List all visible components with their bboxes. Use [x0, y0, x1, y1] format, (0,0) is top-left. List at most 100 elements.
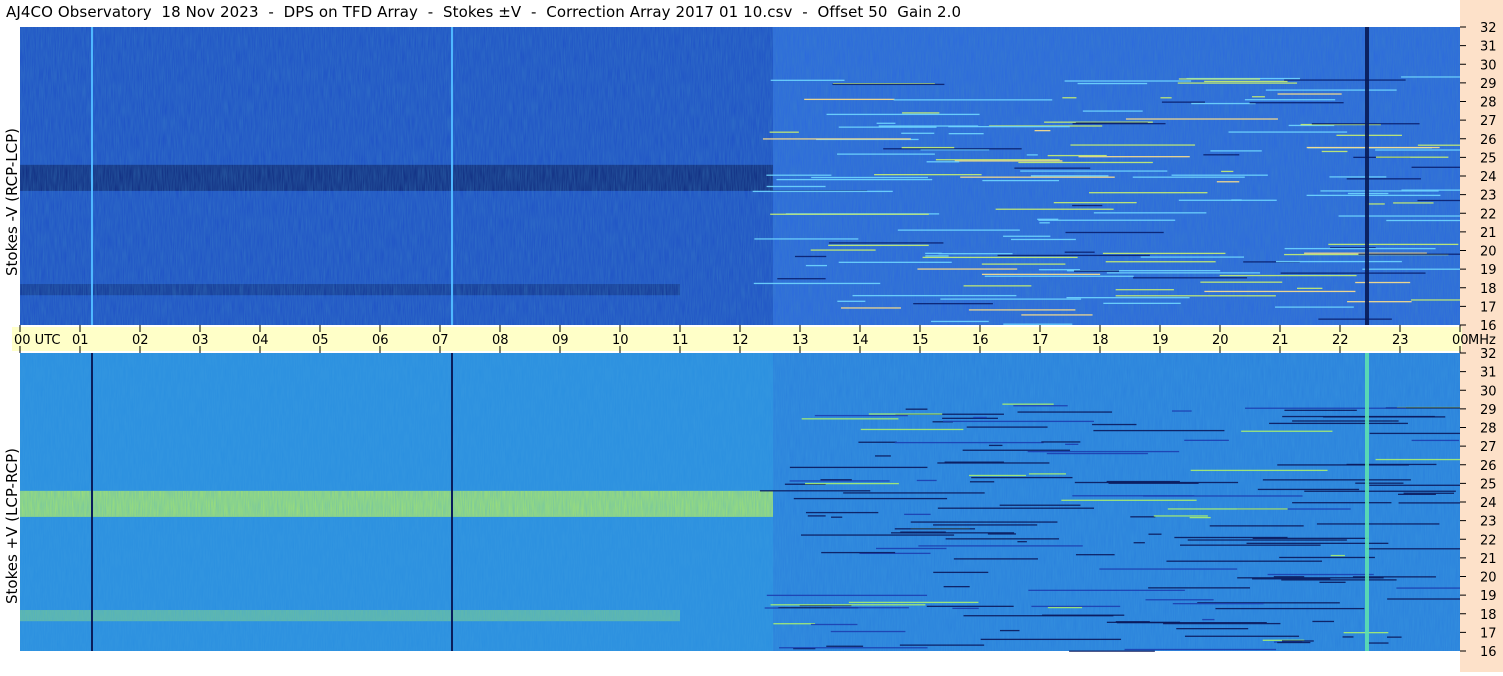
- interference-streak: [980, 638, 1122, 641]
- interference-streak: [1202, 618, 1215, 621]
- interference-streak: [981, 273, 1101, 276]
- interference-streak: [1014, 167, 1091, 169]
- vertical-line: [91, 353, 93, 651]
- interference-streak: [1130, 516, 1156, 518]
- y-tick-label: 28: [1480, 422, 1497, 437]
- interference-streak: [1174, 536, 1288, 539]
- interference-streak: [982, 179, 1060, 182]
- interference-streak: [753, 282, 881, 285]
- interference-streak: [848, 601, 979, 604]
- interference-streak: [1249, 102, 1344, 104]
- y-tick-label: 26: [1480, 133, 1497, 148]
- y-tick-label: 25: [1480, 477, 1497, 492]
- interference-streak: [953, 558, 1038, 560]
- interference-streak: [1277, 464, 1409, 466]
- interference-streak: [770, 79, 845, 81]
- interference-streak: [770, 604, 926, 606]
- interference-streak: [925, 255, 949, 257]
- interference-streak: [1411, 166, 1460, 168]
- interference-streak: [805, 511, 879, 514]
- interference-streak: [1064, 251, 1095, 253]
- interference-streak: [1148, 533, 1162, 535]
- interference-streak: [810, 623, 858, 626]
- interference-streak: [1398, 502, 1460, 504]
- interference-streak: [1105, 261, 1216, 263]
- interference-streak: [904, 513, 931, 516]
- interference-streak: [1312, 620, 1335, 623]
- interference-streak: [1013, 405, 1068, 407]
- interference-streak: [1252, 96, 1265, 98]
- interference-streak: [1277, 641, 1311, 644]
- interference-streak: [1228, 131, 1348, 133]
- y-tick-label: 30: [1480, 58, 1497, 73]
- upper-spectrogram-panel: [20, 27, 1460, 325]
- interference-streak: [1304, 490, 1456, 492]
- y-tick-label: 26: [1480, 459, 1497, 474]
- interference-streak: [1209, 525, 1304, 527]
- vertical-line-late: [1365, 27, 1369, 325]
- interference-streak: [1346, 178, 1421, 180]
- interference-streak: [933, 571, 989, 574]
- interference-streak: [868, 413, 943, 415]
- interference-streak: [1204, 290, 1356, 293]
- y-tick-label: 31: [1480, 366, 1497, 381]
- interference-streak: [804, 98, 895, 101]
- upper-frequency-axis: 32 31 30 29 28 27 26 25 24 23 22 21 20 19 18 17 16: [1460, 21, 1497, 334]
- interference-streak: [1176, 628, 1249, 630]
- interference-streak: [925, 252, 942, 255]
- interference-streak: [837, 153, 935, 155]
- interference-streak: [1355, 281, 1411, 284]
- interference-streak: [1062, 97, 1077, 99]
- interference-streak: [800, 534, 955, 536]
- interference-streak: [1358, 253, 1460, 255]
- interference-streak: [1375, 156, 1449, 158]
- interference-streak: [1017, 411, 1113, 413]
- interference-streak: [1417, 144, 1460, 146]
- interference-streak: [1219, 274, 1357, 277]
- x-tick-label: 11: [672, 333, 689, 348]
- interference-streak: [1355, 482, 1404, 484]
- x-tick-label: 19: [1152, 333, 1169, 348]
- interference-streak: [1393, 202, 1434, 204]
- interference-streak: [1037, 218, 1059, 220]
- interference-streak: [1338, 215, 1460, 217]
- interference-streak: [1018, 161, 1153, 164]
- x-tick-label: 20: [1212, 333, 1229, 348]
- interference-streak: [1369, 484, 1460, 486]
- interference-streak: [776, 178, 933, 181]
- interference-streak: [1184, 635, 1300, 637]
- interference-streak: [1046, 452, 1148, 455]
- x-tick-label: 02: [132, 333, 149, 348]
- interference-streak: [1028, 589, 1185, 591]
- interference-streak: [1347, 301, 1412, 303]
- interference-streak: [875, 455, 891, 457]
- interference-streak: [913, 303, 993, 305]
- interference-streak: [945, 538, 1060, 540]
- interference-streak: [1031, 605, 1121, 608]
- interference-streak: [1216, 181, 1240, 183]
- interference-streak: [1386, 219, 1460, 222]
- interference-streak: [1401, 76, 1460, 78]
- interference-streak: [1106, 272, 1261, 274]
- interference-streak: [875, 547, 947, 550]
- interference-streak: [1028, 473, 1067, 475]
- interference-streak: [793, 497, 948, 500]
- interference-streak: [1210, 150, 1262, 152]
- interference-streak: [1103, 302, 1181, 305]
- interference-streak: [1075, 122, 1148, 124]
- interference-streak: [944, 461, 1004, 463]
- x-tick-label: 05: [312, 333, 329, 348]
- interference-streak: [1065, 231, 1164, 234]
- interference-streak: [1003, 323, 1073, 325]
- interference-streak: [1160, 97, 1172, 99]
- interference-streak: [1316, 523, 1440, 525]
- interference-streak: [1280, 272, 1426, 274]
- interference-streak: [1269, 422, 1408, 425]
- interference-streak: [1204, 80, 1288, 83]
- interference-streak: [1321, 150, 1348, 153]
- interference-streak: [1027, 450, 1180, 453]
- interference-streak: [897, 229, 1020, 231]
- interference-streak: [1318, 318, 1392, 320]
- interference-streak: [773, 623, 816, 625]
- interference-streak: [794, 255, 827, 258]
